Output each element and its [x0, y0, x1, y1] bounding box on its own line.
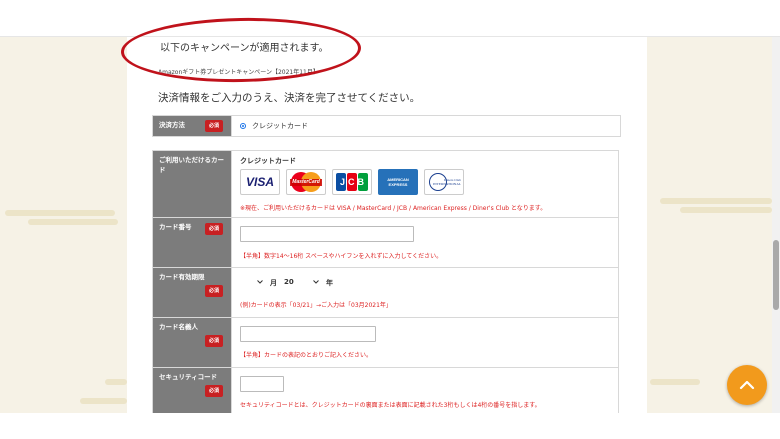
required-badge: 必須 [205, 120, 224, 132]
decor-stripe [105, 379, 127, 385]
mastercard-logo: MasterCard [286, 169, 326, 195]
card-number-input[interactable] [240, 226, 414, 242]
expiry-month-unit: 月 [270, 279, 277, 287]
security-code-label: セキュリティコード [159, 373, 218, 381]
bottom-edge [0, 413, 780, 439]
decor-stripe [680, 207, 772, 213]
credit-card-radio-label[interactable]: クレジットカード [252, 121, 308, 131]
card-expiry-label: カード有効期限 [159, 273, 205, 281]
security-code-label-cell: セキュリティコード 必須 [153, 368, 231, 413]
cards-title: クレジットカード [240, 157, 296, 165]
card-number-label: カード番号 [159, 223, 192, 231]
jcb-logo: JCB [332, 169, 372, 195]
scrollbar-track[interactable] [772, 37, 780, 413]
card-number-label-cell: カード番号 必須 [153, 218, 231, 267]
card-holder-value: 【半角】カードの表記のとおりご記入ください。 [231, 318, 618, 367]
expiry-year-select[interactable] [294, 275, 322, 288]
visa-logo: VISA [240, 169, 280, 195]
required-badge: 必須 [205, 285, 224, 297]
security-code-row: セキュリティコード 必須 セキュリティコードとは、クレジットカードの裏面または表… [153, 368, 618, 413]
decor-stripe [80, 398, 127, 404]
required-badge: 必須 [205, 223, 224, 235]
card-holder-label-cell: カード名義人 必須 [153, 318, 231, 367]
scroll-to-top-button[interactable] [727, 365, 767, 405]
expiry-note: (例)カードの表示「03/21」→ご入力は「03月2021年」 [240, 302, 392, 309]
credit-card-radio[interactable] [240, 123, 246, 129]
card-expiry-label-cell: カード有効期限 必須 [153, 268, 231, 317]
chevron-up-icon [739, 380, 755, 390]
available-cards-label: ご利用いただけるカード [153, 151, 231, 217]
card-holder-note: 【半角】カードの表記のとおりご記入ください。 [240, 352, 373, 359]
security-code-note: セキュリティコードとは、クレジットカードの裏面または表面に記載された3桁もしくは… [240, 402, 541, 409]
decor-stripe [5, 210, 115, 216]
card-expiry-value: 月 20 年 (例)カードの表示「03/21」→ご入力は「03月2021年」 [231, 268, 618, 317]
expiry-year-prefix: 20 [284, 278, 294, 286]
expiry-year-unit: 年 [326, 279, 333, 287]
chevron-down-icon [257, 280, 263, 284]
card-form-table: ご利用いただけるカード クレジットカード VISA MasterCard JCB… [152, 150, 619, 413]
available-cards-value: クレジットカード VISA MasterCard JCB AMERICAN EX… [231, 151, 618, 217]
scrollbar-thumb[interactable] [773, 240, 779, 310]
security-code-value: セキュリティコードとは、クレジットカードの裏面または表面に記載された3桁もしくは… [231, 368, 618, 413]
card-logos: VISA MasterCard JCB AMERICAN EXPRESS Din… [240, 169, 464, 195]
decor-stripe [650, 379, 700, 385]
payment-method-value: クレジットカード [231, 116, 620, 136]
payment-instruction: 決済情報をご入力のうえ、決済を完了させてください。 [158, 92, 421, 104]
payment-method-label: 決済方法 [159, 121, 185, 129]
chevron-down-icon [313, 280, 319, 284]
card-holder-row: カード名義人 必須 【半角】カードの表記のとおりご記入ください。 [153, 318, 618, 368]
expiry-month-select[interactable] [238, 275, 266, 288]
card-number-value: 【半角】数字14～16桁 スペースやハイフンを入れずに入力してください。 [231, 218, 618, 267]
required-badge: 必須 [205, 335, 224, 347]
card-expiry-row: カード有効期限 必須 月 20 年 (例)カードの表示「03/21」→ご入力は「… [153, 268, 618, 318]
card-holder-label: カード名義人 [159, 323, 198, 331]
security-code-input[interactable] [240, 376, 284, 392]
diners-logo: Diners Club INTERNATIONAL [424, 169, 464, 195]
payment-method-label-cell: 決済方法 必須 [153, 116, 231, 136]
decor-stripe [28, 219, 118, 225]
available-cards-row: ご利用いただけるカード クレジットカード VISA MasterCard JCB… [153, 151, 618, 218]
payment-method-row: 決済方法 必須 クレジットカード [152, 115, 621, 137]
cards-note: ※現在、ご利用いただけるカードは VISA / MasterCard / JCB… [240, 205, 547, 212]
amex-logo: AMERICAN EXPRESS [378, 169, 418, 195]
card-holder-input[interactable] [240, 326, 376, 342]
required-badge: 必須 [205, 385, 224, 397]
card-number-note: 【半角】数字14～16桁 スペースやハイフンを入れずに入力してください。 [240, 253, 443, 260]
decor-stripe [660, 198, 772, 204]
card-number-row: カード番号 必須 【半角】数字14～16桁 スペースやハイフンを入れずに入力して… [153, 218, 618, 268]
top-bar [0, 0, 780, 37]
